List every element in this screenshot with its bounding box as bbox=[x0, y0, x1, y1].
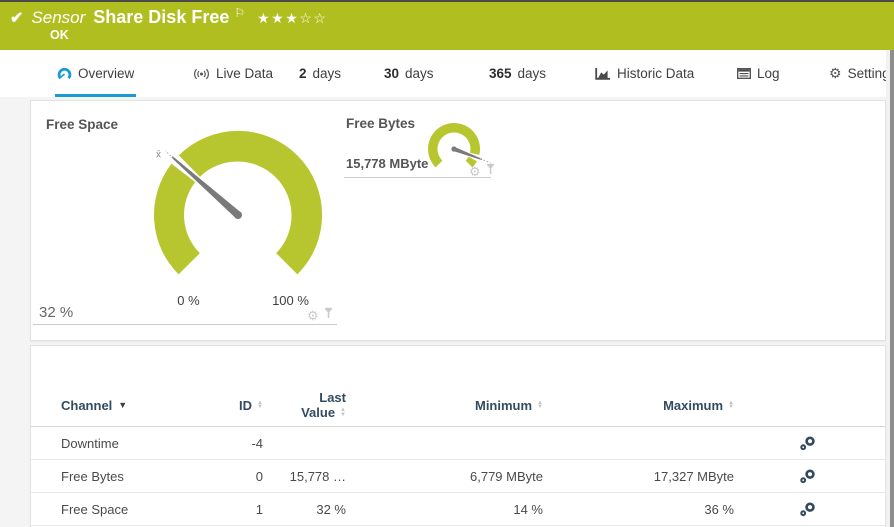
channels-table-header: Channel▼ID▲▼LastValue▲▼Minimum▲▼Maximum▲… bbox=[31, 384, 885, 427]
tab-label-strong: 2 bbox=[299, 66, 307, 81]
tab-label: days bbox=[405, 66, 434, 81]
free-bytes-gauge-title: Free Bytes bbox=[346, 116, 415, 131]
prtg-sensor-page: ✔ Sensor Share Disk Free ⚐ ★★★☆☆ OK Over… bbox=[0, 0, 894, 527]
channel-id: 1 bbox=[201, 502, 263, 517]
channel-id: -4 bbox=[201, 436, 263, 451]
gauges-panel: Free Space x̄ 0 % 100 % 32 % ⚙ Free Byte… bbox=[30, 100, 886, 341]
gauge-widget-divider bbox=[344, 177, 491, 178]
column-header-channel[interactable]: Channel▼ bbox=[61, 398, 201, 413]
sort-desc-icon: ▼ bbox=[118, 400, 127, 410]
channels-table-body: Downtime-4Free Bytes015,778 …6,779 MByte… bbox=[31, 427, 885, 526]
channel-row-downtime[interactable]: Downtime-4 bbox=[31, 427, 885, 460]
status-badge: OK bbox=[50, 28, 69, 42]
channel-settings-icon[interactable] bbox=[799, 469, 816, 484]
sensor-status-header: ✔ Sensor Share Disk Free ⚐ ★★★☆☆ OK bbox=[0, 0, 894, 50]
log-icon bbox=[737, 68, 751, 79]
tab-label: Overview bbox=[78, 66, 134, 81]
channel-name: Free Space bbox=[61, 502, 201, 517]
channel-settings-icon[interactable] bbox=[799, 436, 816, 451]
gauge-min-label: 0 % bbox=[166, 293, 211, 308]
gauge-widget-divider bbox=[33, 324, 337, 325]
stars-empty: ☆☆ bbox=[299, 10, 327, 26]
column-header-last-value[interactable]: LastValue▲▼ bbox=[263, 390, 346, 420]
tab-365-days[interactable]: 365 days bbox=[489, 50, 546, 97]
channel-row-free-bytes[interactable]: Free Bytes015,778 …6,779 MByte17,327 MBy… bbox=[31, 460, 885, 493]
maximum-value: 17,327 MByte bbox=[543, 469, 734, 484]
free-space-gauge: x̄ bbox=[116, 101, 366, 291]
tab-live-data[interactable]: Live Data bbox=[193, 50, 273, 97]
column-header-minimum[interactable]: Minimum▲▼ bbox=[346, 398, 543, 413]
widget-pin-icon[interactable] bbox=[324, 306, 333, 324]
widget-gear-icon[interactable]: ⚙ bbox=[469, 165, 481, 178]
free-space-current-value: 32 % bbox=[39, 304, 73, 321]
channel-row-free-space[interactable]: Free Space132 %14 %36 % bbox=[31, 493, 885, 526]
tab-30-days[interactable]: 30 days bbox=[384, 50, 434, 97]
tab-label: days bbox=[518, 66, 547, 81]
gauge-icon bbox=[57, 67, 72, 80]
tab-2-days[interactable]: 2 days bbox=[299, 50, 341, 97]
flag-icon: ⚐ bbox=[234, 6, 245, 20]
maximum-value: 36 % bbox=[543, 502, 734, 517]
tab-label-strong: 30 bbox=[384, 66, 399, 81]
channels-table-panel: Channel▼ID▲▼LastValue▲▼Minimum▲▼Maximum▲… bbox=[30, 345, 886, 527]
last-value: 15,778 … bbox=[263, 469, 346, 484]
free-bytes-current-value: 15,778 MByte bbox=[346, 156, 428, 171]
free-bytes-gauge bbox=[421, 114, 511, 184]
tab-label: Log bbox=[757, 66, 780, 81]
widget-gear-icon[interactable]: ⚙ bbox=[307, 309, 319, 322]
tab-label: Historic Data bbox=[617, 66, 694, 81]
minimum-value: 6,779 MByte bbox=[346, 469, 543, 484]
sensor-name: Share Disk Free bbox=[93, 7, 229, 28]
stars-filled: ★★★ bbox=[257, 10, 299, 26]
tab-label-strong: 365 bbox=[489, 66, 512, 81]
channel-name: Downtime bbox=[61, 436, 201, 451]
last-value: 32 % bbox=[263, 502, 346, 517]
minimum-value: 14 % bbox=[346, 502, 543, 517]
object-kind-label: Sensor bbox=[31, 8, 85, 28]
tab-bar: Overview Live Data 2 days 30 days 365 days Histo… bbox=[0, 50, 894, 97]
tab-historic-data[interactable]: Historic Data bbox=[595, 50, 694, 97]
column-header-id[interactable]: ID▲▼ bbox=[201, 398, 263, 413]
live-icon bbox=[193, 68, 210, 80]
free-space-gauge-title: Free Space bbox=[46, 117, 118, 132]
vertical-scrollbar[interactable] bbox=[886, 50, 894, 527]
tab-settings[interactable]: ⚙Settings bbox=[829, 50, 894, 97]
priority-stars[interactable]: ★★★☆☆ bbox=[257, 10, 327, 27]
chart-icon bbox=[595, 67, 611, 80]
channel-id: 0 bbox=[201, 469, 263, 484]
channel-name: Free Bytes bbox=[61, 469, 201, 484]
column-header-maximum[interactable]: Maximum▲▼ bbox=[543, 398, 734, 413]
tab-overview[interactable]: Overview bbox=[57, 50, 134, 97]
gear-icon: ⚙ bbox=[829, 65, 842, 82]
tab-label: days bbox=[313, 66, 342, 81]
svg-text:x̄: x̄ bbox=[156, 149, 161, 160]
channel-settings-icon[interactable] bbox=[799, 502, 816, 517]
status-check-icon: ✔ bbox=[10, 8, 23, 28]
tab-label: Live Data bbox=[216, 66, 273, 81]
tab-log[interactable]: Log bbox=[737, 50, 780, 97]
